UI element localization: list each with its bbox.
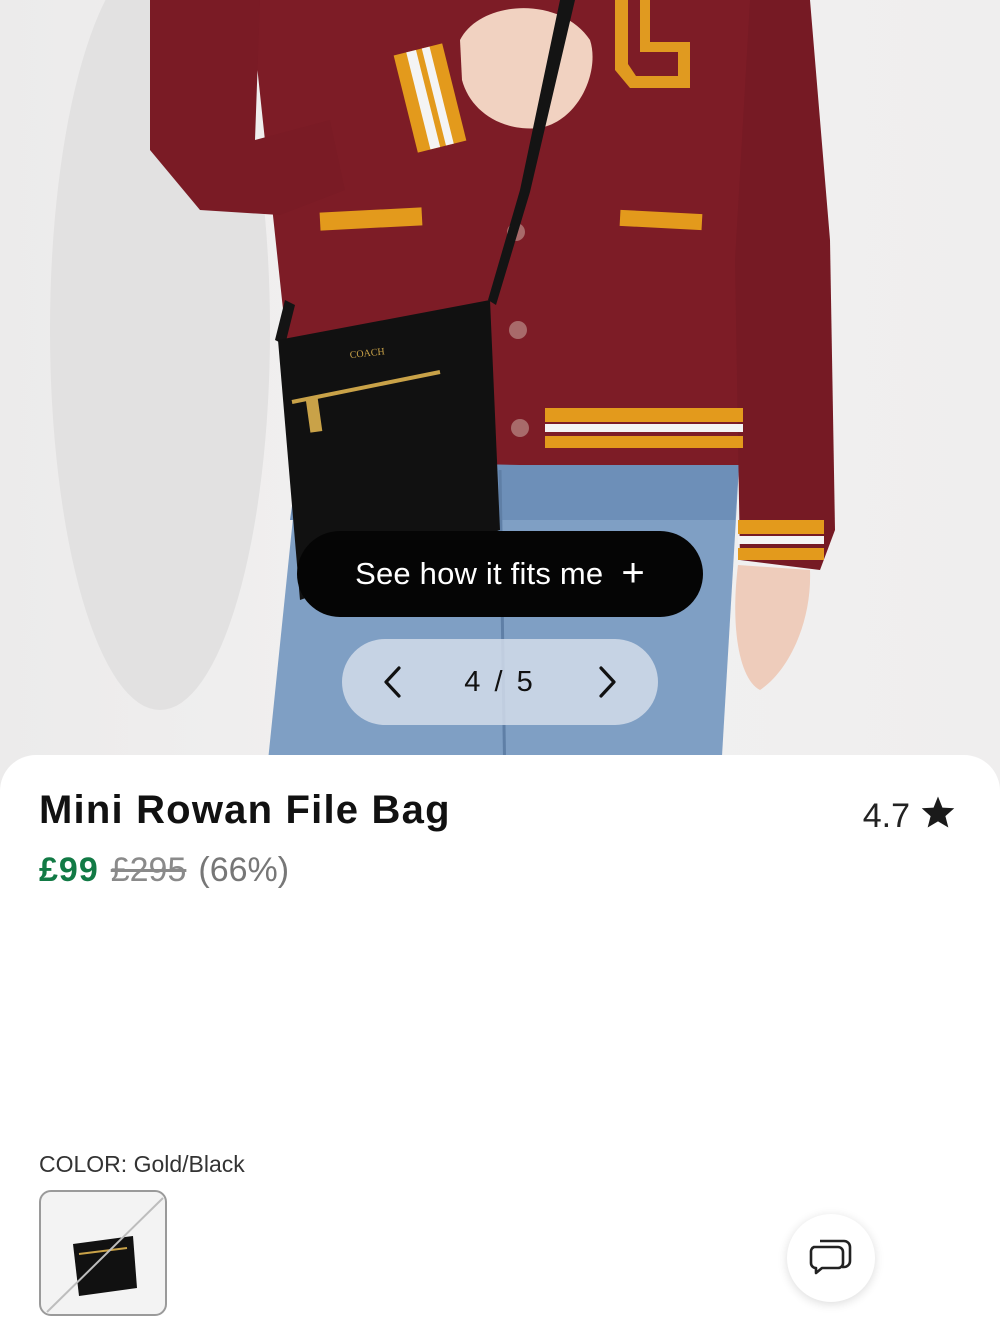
chat-bubble-icon xyxy=(808,1235,854,1282)
sale-price: £99 xyxy=(39,851,99,889)
see-how-it-fits-button[interactable]: See how it fits me + xyxy=(297,531,703,617)
image-counter: 4 / 5 xyxy=(464,665,536,698)
original-price: £295 xyxy=(110,851,187,889)
product-details-sheet: Mini Rowan File Bag 4.7 £99 £295 (66%) C… xyxy=(0,755,1000,1333)
product-image[interactable]: COACH See how it fits me + 4 / 5 xyxy=(0,0,1000,790)
product-rating[interactable]: 4.7 xyxy=(863,795,956,838)
bag-thumbnail xyxy=(46,1197,164,1313)
color-label: COLOR: Gold/Black xyxy=(39,1151,245,1177)
see-how-it-fits-label: See how it fits me xyxy=(355,556,604,591)
chevron-left-icon[interactable] xyxy=(372,662,412,702)
chat-support-button[interactable] xyxy=(787,1214,875,1302)
rating-value: 4.7 xyxy=(862,797,910,835)
star-icon xyxy=(920,795,956,838)
chevron-right-icon[interactable] xyxy=(588,662,628,702)
price-row: £99 £295 (66%) xyxy=(39,851,289,890)
image-pager: 4 / 5 xyxy=(342,639,658,725)
product-title: Mini Rowan File Bag xyxy=(39,788,451,832)
plus-icon: + xyxy=(621,550,645,595)
color-swatch-gold-black[interactable] xyxy=(39,1190,167,1316)
discount-percent: (66%) xyxy=(198,851,290,889)
